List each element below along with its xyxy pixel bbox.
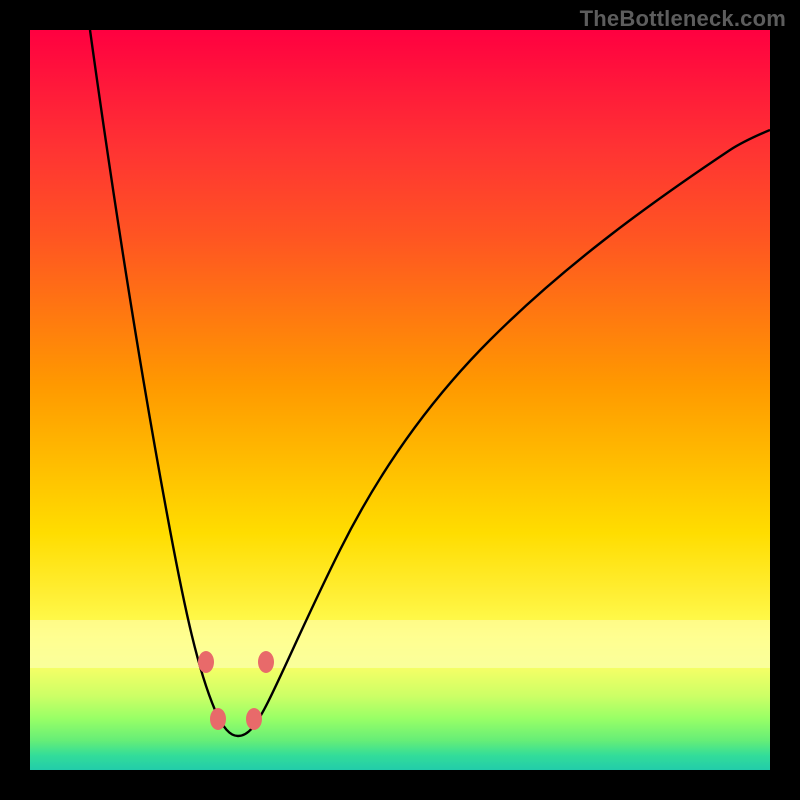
curve-marker — [198, 651, 214, 673]
curve-marker — [246, 708, 262, 730]
chart-svg — [30, 30, 770, 770]
bottleneck-curve — [90, 30, 770, 736]
curve-marker — [258, 651, 274, 673]
curve-marker — [210, 708, 226, 730]
watermark-text: TheBottleneck.com — [580, 6, 786, 32]
chart-plot-area — [30, 30, 770, 770]
